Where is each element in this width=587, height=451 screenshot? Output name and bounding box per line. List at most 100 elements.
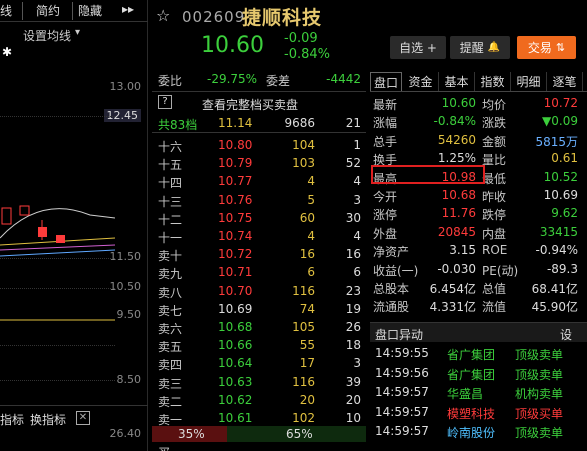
level-price: 10.63 bbox=[218, 374, 253, 389]
tab-index[interactable]: 指数 bbox=[475, 72, 511, 91]
book-level-row[interactable]: 卖五 10.66 55 18 bbox=[152, 336, 366, 354]
book-level-row[interactable]: 卖八 10.70 116 23 bbox=[152, 282, 366, 300]
level-change: 10 bbox=[345, 411, 361, 425]
stat-label: 量比 bbox=[482, 153, 507, 168]
ma-setting-link[interactable]: 设置均线 bbox=[23, 27, 71, 44]
grid-line bbox=[0, 380, 115, 381]
anomaly-type: 顶级卖单 bbox=[515, 348, 564, 362]
anomaly-row[interactable]: 14:59:57 模塑科技 顶级买单 bbox=[370, 403, 587, 422]
tab-funds[interactable]: 资金 bbox=[403, 72, 439, 91]
anomaly-row[interactable]: 14:59:56 省广集团 顶级卖单 bbox=[370, 364, 587, 383]
book-level-row[interactable]: 十一 10.74 4 4 bbox=[152, 227, 366, 245]
level-price: 10.76 bbox=[218, 192, 253, 207]
kline-chart-panel[interactable]: 线 简约 隐藏 ▸▸ 设置均线 ▾ ✱ 13.00 12.45 11.50 10… bbox=[0, 0, 148, 451]
anomaly-time: 14:59:57 bbox=[375, 385, 429, 399]
book-level-row[interactable]: 卖一 10.61 102 10 bbox=[152, 409, 366, 427]
tab-change-indicator[interactable]: 换指标 bbox=[30, 411, 66, 428]
book-level-row[interactable]: 卖七 10.69 74 19 bbox=[152, 300, 366, 318]
quote-stat-row: 收益(一) -0.030 PE(动) -89.3 bbox=[370, 261, 587, 279]
stat-label: 涨跌 bbox=[482, 116, 507, 131]
stock-name: 捷顺科技 bbox=[242, 7, 323, 29]
buy-level-partial: 买一 bbox=[158, 444, 182, 451]
star-icon[interactable]: ☆ bbox=[156, 6, 170, 25]
tab-simple[interactable]: 简约 bbox=[36, 2, 60, 20]
level-change: 4 bbox=[353, 174, 361, 189]
quote-stat-row: 净资产 3.15 ROE -0.94% bbox=[370, 242, 587, 260]
anomaly-row[interactable]: 14:59:55 省广集团 顶级卖单 bbox=[370, 344, 587, 363]
divider bbox=[0, 21, 148, 22]
quote-stat-row: 涨幅 -0.84% 涨跌 ▼0.09 bbox=[370, 113, 587, 131]
buy-sell-ratio-bar: 35% 65% bbox=[152, 426, 366, 442]
tab-pankou[interactable]: 盘口 bbox=[370, 72, 402, 91]
level-change: 19 bbox=[345, 301, 361, 316]
anomaly-row[interactable]: 14:59:57 华盛昌 机构卖单 bbox=[370, 383, 587, 402]
stat-value: ▼0.09 bbox=[542, 114, 578, 129]
level-price: 10.69 bbox=[218, 301, 253, 316]
help-icon[interactable]: ? bbox=[158, 95, 172, 109]
book-level-row[interactable]: 卖九 10.71 6 6 bbox=[152, 263, 366, 281]
tab-tick[interactable]: 逐笔 bbox=[547, 72, 583, 91]
level-change: 39 bbox=[345, 374, 361, 389]
book-level-row[interactable]: 十四 10.77 4 4 bbox=[152, 172, 366, 190]
stat-value: 6.454亿 bbox=[429, 282, 476, 296]
alert-button[interactable]: 提醒 🔔 bbox=[450, 36, 510, 59]
level-price: 10.80 bbox=[218, 138, 253, 152]
book-level-row[interactable]: 十二 10.75 60 30 bbox=[152, 209, 366, 227]
stat-value: -0.94% bbox=[535, 243, 578, 258]
level-label: 十二 bbox=[158, 212, 183, 227]
stat-value: 1.25% bbox=[437, 151, 476, 166]
stock-header: ☆ 002609 捷顺科技 10.60 -0.09 -0.84% 自选 + 提醒… bbox=[149, 0, 587, 70]
book-level-row[interactable]: 十六 10.80 104 1 bbox=[152, 136, 366, 154]
level-price: 10.62 bbox=[218, 392, 253, 407]
tab-hide[interactable]: 隐藏 bbox=[78, 2, 102, 20]
view-full-book-row[interactable]: ? 查看完整档买卖盘 bbox=[152, 94, 366, 112]
close-icon[interactable]: ✕ bbox=[76, 411, 90, 425]
level-price: 10.68 bbox=[218, 320, 253, 334]
anomaly-row[interactable]: 14:59:57 岭南股份 顶级卖单 bbox=[370, 422, 587, 441]
price-tick: 13.00 bbox=[109, 80, 142, 93]
book-level-row[interactable]: 卖六 10.68 105 26 bbox=[152, 318, 366, 336]
order-book-panel: 委比 -29.75% 委差 -4442 ? 查看完整档买卖盘 共83档 11.1… bbox=[152, 70, 366, 451]
settings-button[interactable]: 设 bbox=[560, 326, 572, 343]
level-volume: 4 bbox=[307, 229, 315, 243]
tab-indicator[interactable]: 指标 bbox=[0, 411, 24, 428]
book-level-row[interactable]: 十五 10.79 103 52 bbox=[152, 154, 366, 172]
book-level-row[interactable]: 卖三 10.63 116 39 bbox=[152, 373, 366, 391]
add-watchlist-button[interactable]: 自选 + bbox=[390, 36, 446, 59]
book-level-row[interactable]: 卖四 10.64 17 3 bbox=[152, 354, 366, 372]
level-price: 10.61 bbox=[218, 411, 253, 425]
bell-icon: 🔔 bbox=[487, 42, 501, 53]
view-full-book-link[interactable]: 查看完整档买卖盘 bbox=[202, 96, 298, 113]
weibi-value: -29.75% bbox=[207, 72, 258, 86]
tab-detail[interactable]: 明细 bbox=[511, 72, 547, 91]
level-volume: 6 bbox=[307, 265, 315, 280]
level-change: 3 bbox=[353, 192, 361, 207]
level-label: 卖三 bbox=[158, 376, 183, 391]
price-tick: 26.40 bbox=[109, 427, 142, 440]
level-label: 卖九 bbox=[158, 267, 183, 282]
grid-line bbox=[0, 345, 115, 346]
level-change: 3 bbox=[353, 356, 361, 371]
total-volume: 9686 bbox=[284, 116, 315, 130]
total-price: 11.14 bbox=[218, 116, 253, 130]
expand-icon[interactable]: ▸▸ bbox=[122, 2, 134, 20]
tab-basic[interactable]: 基本 bbox=[439, 72, 475, 91]
tab-line[interactable]: 线 bbox=[0, 2, 12, 20]
level-label: 卖七 bbox=[158, 303, 183, 318]
level-volume: 17 bbox=[299, 356, 315, 371]
quote-stat-row: 外盘 20845 内盘 33415 bbox=[370, 224, 587, 242]
quote-stat-row: 最新 10.60 均价 10.72 bbox=[370, 95, 587, 113]
level-change: 6 bbox=[353, 265, 361, 280]
stat-value: 54260 bbox=[437, 132, 476, 147]
stat-value: 10.69 bbox=[543, 188, 578, 202]
book-level-row[interactable]: 卖二 10.62 20 20 bbox=[152, 391, 366, 409]
book-level-row[interactable]: 卖十 10.72 16 16 bbox=[152, 245, 366, 263]
stat-label: 最低 bbox=[482, 171, 507, 186]
ma-line-blue bbox=[0, 249, 115, 257]
level-label: 卖八 bbox=[158, 285, 183, 300]
chevron-down-icon[interactable]: ▾ bbox=[75, 27, 80, 38]
divider bbox=[370, 91, 587, 92]
book-level-row[interactable]: 十三 10.76 5 3 bbox=[152, 191, 366, 209]
trade-button[interactable]: 交易 ⇅ bbox=[517, 36, 576, 59]
stat-label: 总值 bbox=[482, 282, 507, 296]
